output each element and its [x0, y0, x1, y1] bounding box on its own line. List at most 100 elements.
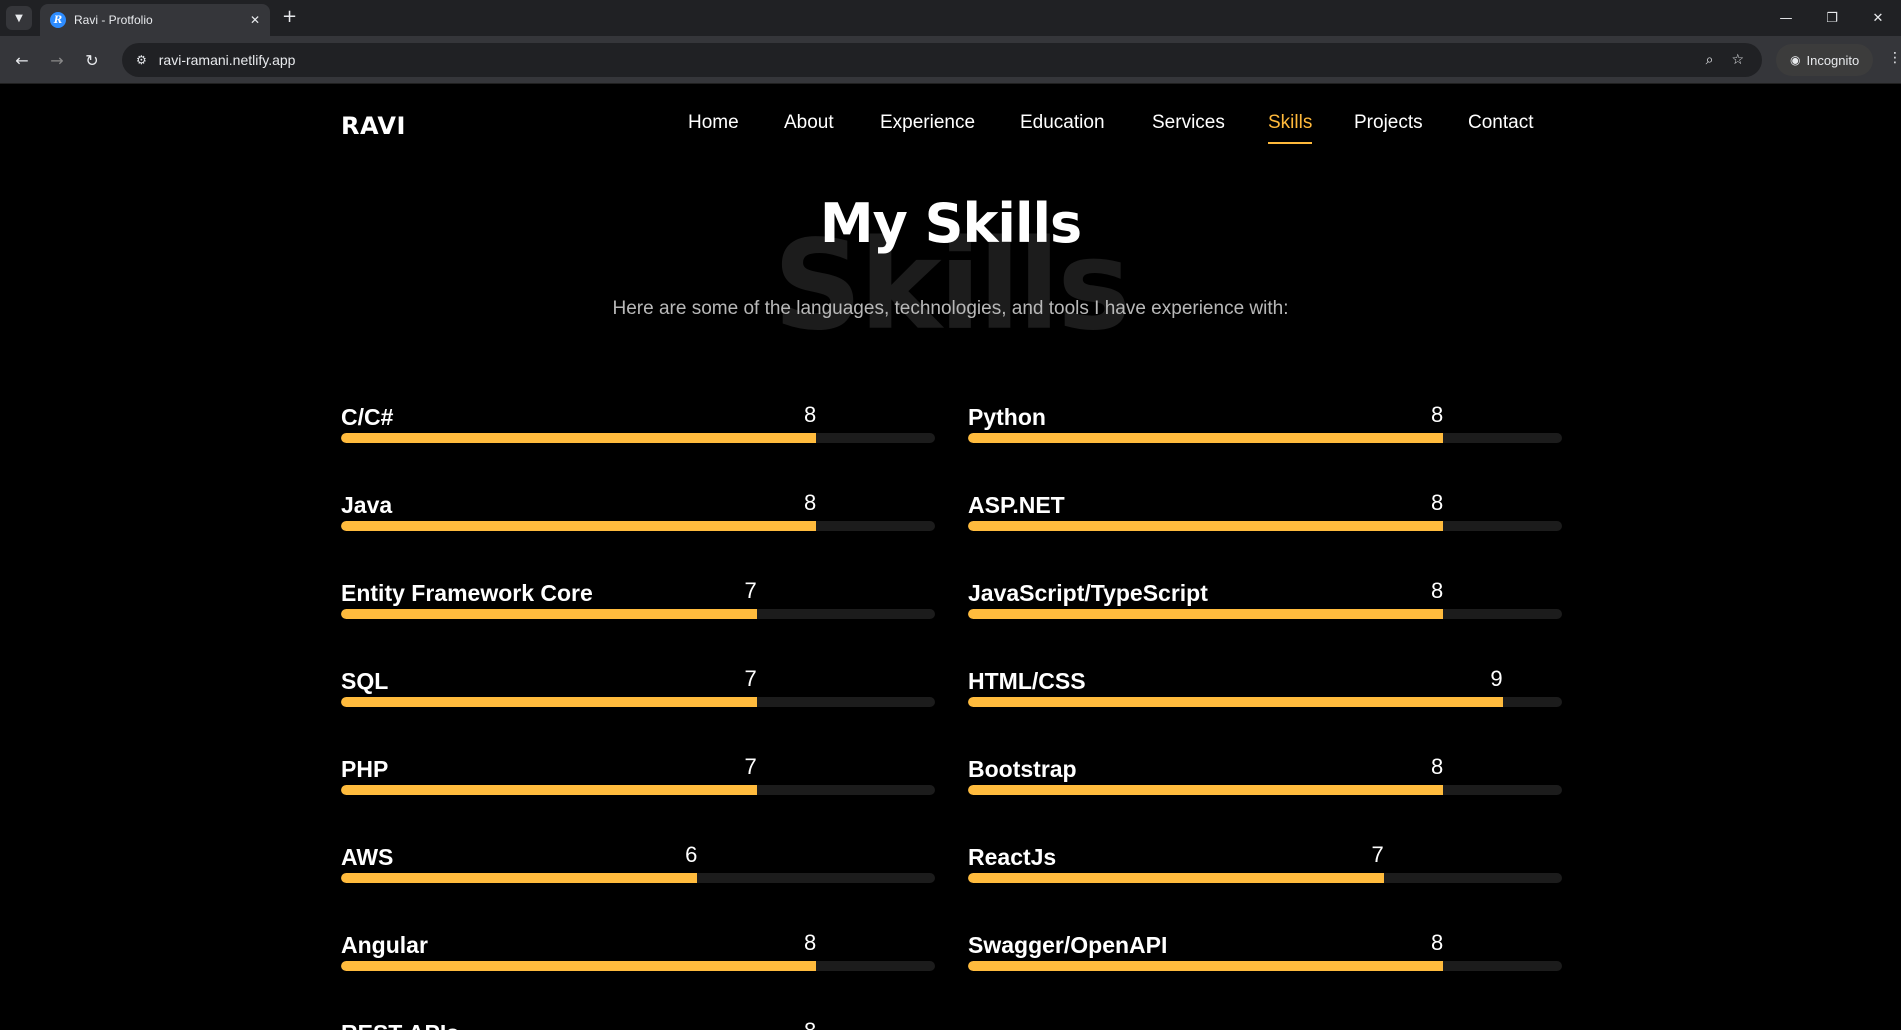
skill-level: 8	[1430, 490, 1444, 515]
skill-level: 9	[1490, 666, 1503, 691]
skill-progress-track	[341, 873, 935, 883]
tab-search-icon[interactable]: ▼	[6, 6, 32, 30]
section-subtitle: Here are some of the languages, technolo…	[612, 298, 1289, 319]
skill-level: 8	[804, 1018, 816, 1030]
skill-name: AWS	[341, 844, 394, 870]
skill-progress-fill	[968, 697, 1503, 707]
skill-progress-fill	[341, 521, 817, 531]
skill-progress-track	[968, 873, 1562, 883]
skill-progress-fill	[968, 521, 1444, 531]
nav-skills[interactable]: Skills	[1268, 112, 1313, 144]
browser-menu-icon[interactable]: ⋮	[1888, 50, 1901, 66]
skill-progress-track	[341, 521, 935, 531]
skill-item: Python 8	[968, 392, 1562, 452]
skill-level: 8	[1430, 930, 1444, 955]
skill-item: REST APIs 8	[341, 1008, 935, 1030]
section-title: My Skills	[819, 192, 1082, 255]
skill-progress-track	[341, 785, 935, 795]
skill-level: 6	[685, 842, 698, 867]
browser-tab[interactable]: R Ravi - Protfolio ✕	[40, 4, 270, 36]
skill-name: Angular	[341, 932, 428, 958]
skill-item: JavaScript/TypeScript 8	[968, 568, 1562, 628]
nav-services[interactable]: Services	[1152, 112, 1225, 134]
incognito-badge[interactable]: ◉ Incognito	[1776, 44, 1874, 76]
new-tab-icon[interactable]: +	[282, 6, 297, 27]
site-favicon-icon: R	[50, 12, 66, 28]
restore-icon[interactable]: ❐	[1809, 0, 1855, 36]
skill-name: REST APIs	[341, 1020, 459, 1030]
skill-progress-track	[968, 433, 1562, 443]
bookmark-star-icon[interactable]: ☆	[1731, 52, 1744, 68]
skill-progress-track	[968, 697, 1562, 707]
back-icon[interactable]: ←	[10, 48, 34, 72]
skill-level: 8	[803, 490, 817, 515]
skill-progress-track	[968, 785, 1562, 795]
skill-level: 8	[1430, 402, 1444, 427]
skill-item: Entity Framework Core 7	[341, 568, 935, 628]
skill-progress-fill	[968, 961, 1444, 971]
nav-contact[interactable]: Contact	[1468, 112, 1533, 134]
nav-about[interactable]: About	[784, 112, 834, 134]
tab-title: Ravi - Protfolio	[74, 13, 153, 27]
skill-item: Angular 8	[341, 920, 935, 980]
skill-progress-fill	[341, 609, 757, 619]
skill-progress-fill	[341, 873, 698, 883]
skill-name: Swagger/OpenAPI	[968, 932, 1168, 958]
skill-item: SQL 7	[341, 656, 935, 716]
close-tab-icon[interactable]: ✕	[250, 13, 260, 27]
address-bar[interactable]: ⚙ ravi-ramani.netlify.app ⌕ ☆	[122, 43, 1762, 77]
skill-name: ASP.NET	[968, 492, 1065, 518]
skill-name: ReactJs	[968, 844, 1057, 870]
skill-name: Bootstrap	[968, 756, 1077, 782]
url-text[interactable]: ravi-ramani.netlify.app	[159, 52, 1706, 68]
skill-progress-fill	[341, 785, 757, 795]
skill-level: 8	[1430, 754, 1444, 779]
skill-progress-track	[341, 433, 935, 443]
skill-name: Entity Framework Core	[341, 580, 593, 606]
skill-name: HTML/CSS	[968, 668, 1086, 694]
close-window-icon[interactable]: ✕	[1855, 0, 1901, 36]
skill-progress-fill	[968, 873, 1384, 883]
skill-progress-fill	[341, 961, 817, 971]
skill-level: 8	[1430, 578, 1444, 603]
nav-experience[interactable]: Experience	[880, 112, 975, 134]
nav-projects[interactable]: Projects	[1354, 112, 1423, 134]
skill-level: 8	[803, 930, 817, 955]
skill-item: Java 8	[341, 480, 935, 540]
skill-level: 7	[744, 578, 757, 603]
zoom-icon[interactable]: ⌕	[1706, 52, 1714, 68]
skill-name: Python	[968, 404, 1046, 430]
minimize-icon[interactable]: —	[1763, 0, 1809, 36]
page: RAVI Home About Experience Education Ser…	[0, 84, 1901, 1030]
forward-icon[interactable]: →	[45, 48, 69, 72]
skill-item: C/C# 8	[341, 392, 935, 452]
reload-icon[interactable]: ↻	[80, 48, 104, 72]
skill-progress-fill	[341, 697, 757, 707]
skill-progress-fill	[341, 433, 817, 443]
skill-item: PHP 7	[341, 744, 935, 804]
site-logo[interactable]: RAVI	[341, 112, 406, 140]
site-info-icon[interactable]: ⚙	[136, 53, 147, 67]
skill-name: C/C#	[341, 404, 394, 430]
skill-level: 7	[744, 754, 757, 779]
skill-item: AWS 6	[341, 832, 935, 892]
browser-tab-bar: ▼ R Ravi - Protfolio ✕ + — ❐ ✕	[0, 0, 1901, 36]
skill-progress-track	[341, 609, 935, 619]
skill-progress-fill	[968, 433, 1444, 443]
skill-item: Swagger/OpenAPI 8	[968, 920, 1562, 980]
skill-level: 7	[1371, 842, 1384, 867]
skill-item: ASP.NET 8	[968, 480, 1562, 540]
incognito-label: Incognito	[1806, 52, 1860, 68]
skill-progress-fill	[968, 609, 1444, 619]
skill-progress-track	[341, 961, 935, 971]
skill-level: 7	[744, 666, 757, 691]
skill-name: Java	[341, 492, 393, 518]
skill-name: PHP	[341, 756, 389, 782]
window-controls: — ❐ ✕	[1763, 0, 1901, 36]
skill-progress-track	[968, 609, 1562, 619]
nav-education[interactable]: Education	[1020, 112, 1105, 134]
skill-item: ReactJs 7	[968, 832, 1562, 892]
nav-home[interactable]: Home	[688, 112, 739, 134]
browser-toolbar: ← → ↻ ⚙ ravi-ramani.netlify.app ⌕ ☆ ◉ In…	[0, 36, 1901, 84]
skill-name: SQL	[341, 668, 389, 694]
